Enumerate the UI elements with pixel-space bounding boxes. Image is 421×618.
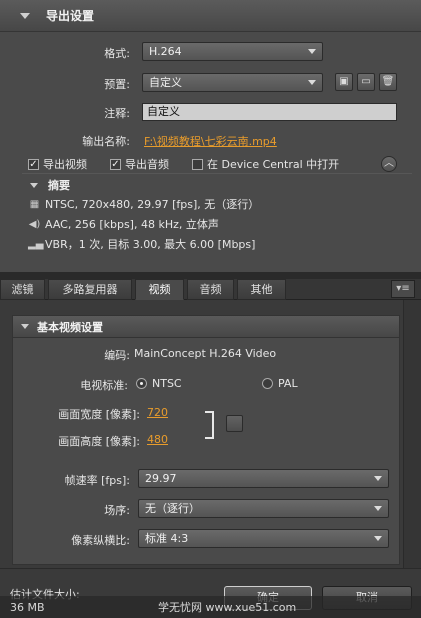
collapse-triangle-icon[interactable] bbox=[21, 324, 29, 329]
tab-audio[interactable]: 音频 bbox=[187, 279, 234, 300]
frame-rate-dropdown[interactable]: 29.97 bbox=[138, 469, 389, 488]
chevron-down-icon bbox=[374, 536, 382, 541]
summary-video-line: ▦ NTSC, 720x480, 29.97 [fps], 无（逐行） bbox=[28, 196, 259, 212]
import-preset-icon[interactable]: ▭ bbox=[357, 73, 375, 91]
summary-audio-text: AAC, 256 [kbps], 48 kHz, 立体声 bbox=[45, 218, 219, 231]
tab-filters[interactable]: 滤镜 bbox=[0, 279, 45, 300]
aspect-link-bracket bbox=[205, 411, 214, 439]
field-order-dropdown[interactable]: 无（逐行） bbox=[138, 499, 389, 518]
format-label: 格式: bbox=[104, 47, 130, 60]
chevron-down-icon bbox=[374, 506, 382, 511]
tab-multiplexer[interactable]: 多路复用器 bbox=[48, 279, 132, 300]
divider bbox=[22, 173, 412, 174]
summary-video-text: NTSC, 720x480, 29.97 [fps], 无（逐行） bbox=[45, 198, 260, 211]
format-dropdown[interactable]: H.264 bbox=[142, 42, 323, 61]
bitrate-bars-icon: ▂▄ bbox=[28, 238, 44, 250]
output-name-label: 输出名称: bbox=[82, 135, 130, 148]
basic-video-settings-title: 基本视频设置 bbox=[37, 320, 103, 334]
ntsc-radio[interactable]: NTSC bbox=[136, 377, 182, 390]
delete-preset-icon[interactable]: 🗑 bbox=[379, 73, 397, 91]
summary-title: 摘要 bbox=[48, 179, 70, 192]
summary-header[interactable]: 摘要 bbox=[30, 177, 70, 193]
radio-unselected-icon bbox=[262, 378, 273, 389]
vertical-scrollbar[interactable] bbox=[403, 300, 421, 568]
tv-standard-label: 电视标准: bbox=[80, 379, 128, 392]
pal-label: PAL bbox=[278, 377, 298, 390]
collapse-triangle-icon[interactable] bbox=[20, 12, 30, 19]
width-value[interactable]: 720 bbox=[147, 406, 168, 419]
summary-audio-line: ◀) AAC, 256 [kbps], 48 kHz, 立体声 bbox=[28, 216, 219, 232]
checkbox-unchecked-icon bbox=[192, 158, 203, 170]
comment-label: 注释: bbox=[104, 107, 130, 120]
tab-other[interactable]: 其他 bbox=[237, 279, 286, 300]
format-value: H.264 bbox=[149, 45, 182, 58]
panel-menu-icon[interactable]: ▾≡ bbox=[391, 280, 415, 298]
summary-bitrate-line: ▂▄ VBR，1 次, 目标 3.00, 最大 6.00 [Mbps] bbox=[28, 236, 255, 252]
pixel-aspect-label: 像素纵横比: bbox=[71, 534, 130, 547]
collapse-up-icon[interactable]: ︿ bbox=[381, 156, 397, 172]
checkbox-checked-icon: ✓ bbox=[28, 158, 39, 170]
device-central-label: 在 Device Central 中打开 bbox=[207, 158, 340, 171]
frame-rate-value: 29.97 bbox=[145, 472, 177, 485]
ntsc-label: NTSC bbox=[152, 377, 182, 390]
export-audio-label: 导出音频 bbox=[125, 158, 169, 171]
preset-value: 自定义 bbox=[149, 76, 182, 89]
film-icon: ▦ bbox=[29, 198, 40, 210]
field-order-label: 场序: bbox=[104, 504, 130, 517]
export-audio-checkbox[interactable]: ✓ 导出音频 bbox=[110, 156, 169, 172]
chevron-down-icon bbox=[308, 49, 316, 54]
watermark-text: 学无忧网 www.xue51.com bbox=[158, 601, 297, 614]
export-video-checkbox[interactable]: ✓ 导出视频 bbox=[28, 156, 87, 172]
settings-tabs: 滤镜 多路复用器 视频 音频 其他 ▾≡ bbox=[0, 279, 421, 300]
radio-selected-icon bbox=[136, 378, 147, 389]
checkbox-checked-icon: ✓ bbox=[110, 158, 121, 170]
basic-video-settings-header[interactable]: 基本视频设置 bbox=[13, 316, 399, 338]
output-name-link[interactable]: F:\视频教程\七彩云南.mp4 bbox=[144, 133, 277, 149]
tab-video[interactable]: 视频 bbox=[135, 279, 184, 300]
height-label: 画面高度 [像素]: bbox=[58, 435, 140, 448]
chevron-down-icon bbox=[308, 80, 316, 85]
codec-value: MainConcept H.264 Video bbox=[134, 347, 277, 360]
export-settings-title: 导出设置 bbox=[46, 9, 95, 23]
comment-input[interactable]: 自定义 bbox=[142, 103, 397, 121]
estimated-size-value: 36 MB bbox=[10, 600, 45, 614]
export-settings-header[interactable]: 导出设置 bbox=[0, 0, 421, 32]
device-central-checkbox[interactable]: 在 Device Central 中打开 bbox=[192, 156, 339, 172]
chevron-down-icon bbox=[374, 476, 382, 481]
save-preset-icon[interactable]: ▣ bbox=[335, 73, 353, 91]
collapse-triangle-icon[interactable] bbox=[30, 182, 38, 188]
pixel-aspect-dropdown[interactable]: 标准 4:3 bbox=[138, 529, 389, 548]
summary-bitrate-text: VBR，1 次, 目标 3.00, 最大 6.00 [Mbps] bbox=[45, 238, 256, 251]
watermark-bar: 36 MB 学无忧网 www.xue51.com bbox=[0, 596, 421, 618]
pixel-aspect-value: 标准 4:3 bbox=[145, 532, 189, 545]
codec-label: 编码: bbox=[104, 349, 130, 362]
constrain-proportions-button[interactable] bbox=[226, 415, 243, 432]
width-label: 画面宽度 [像素]: bbox=[58, 408, 140, 421]
export-video-label: 导出视频 bbox=[43, 158, 87, 171]
frame-rate-label: 帧速率 [fps]: bbox=[64, 474, 130, 487]
preset-label: 预置: bbox=[104, 78, 130, 91]
field-order-value: 无（逐行） bbox=[145, 502, 200, 515]
height-value[interactable]: 480 bbox=[147, 433, 168, 446]
pal-radio[interactable]: PAL bbox=[262, 377, 298, 390]
speaker-icon: ◀) bbox=[28, 218, 41, 230]
preset-dropdown[interactable]: 自定义 bbox=[142, 73, 323, 92]
